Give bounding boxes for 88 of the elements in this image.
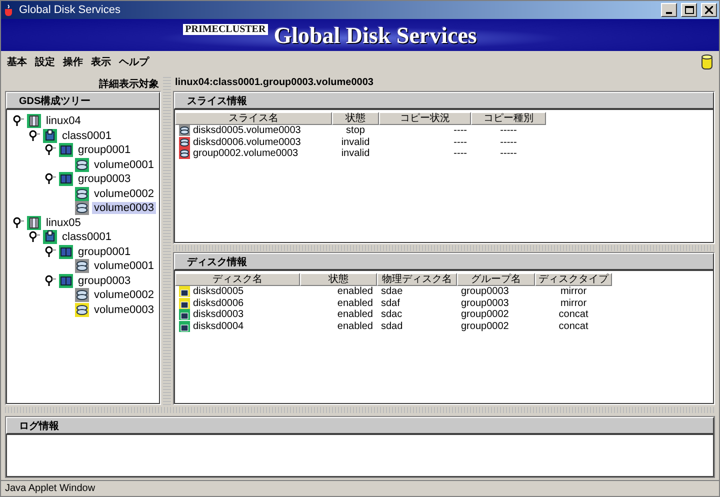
- table-cell: invalid: [341, 148, 370, 160]
- panel-header: スライス情報: [174, 92, 714, 109]
- tree-node[interactable]: linux04: [44, 115, 83, 128]
- table-cell: sdad: [381, 320, 403, 332]
- table-cell: -----: [500, 125, 517, 136]
- tree-node[interactable]: volume0003: [92, 304, 156, 316]
- column-header[interactable]: コピー状況: [379, 112, 471, 125]
- menu-item[interactable]: 操作: [63, 55, 83, 69]
- window-title: Global Disk Services: [19, 4, 122, 16]
- tree-node[interactable]: class0001: [60, 231, 114, 244]
- tree-node[interactable]: class0001: [60, 130, 114, 142]
- detail-label: 詳細表示対象: [98, 77, 160, 91]
- splitter-handle[interactable]: [163, 77, 171, 405]
- table-cell: ----: [454, 125, 467, 136]
- tree-node[interactable]: group0003: [76, 173, 133, 186]
- table-cell: stop: [346, 125, 365, 136]
- table-cell: -----: [500, 148, 517, 160]
- expander-handle[interactable]: [29, 231, 41, 244]
- tree-node[interactable]: group0003: [76, 274, 133, 287]
- column-header[interactable]: ディスクタイプ: [535, 273, 612, 286]
- tree-node[interactable]: group0001: [76, 246, 133, 258]
- table-cell: sdac: [381, 309, 402, 320]
- table-cell: disksd0006: [193, 298, 244, 309]
- tree-node[interactable]: linux05: [44, 216, 83, 229]
- minimize-button[interactable]: [661, 3, 677, 17]
- close-icon: [705, 6, 713, 14]
- expander-handle[interactable]: [45, 144, 57, 156]
- expander-handle[interactable]: [45, 173, 57, 186]
- panel-header: ディスク情報: [174, 253, 714, 270]
- tree-node[interactable]: volume0001: [92, 260, 156, 272]
- brand-logo: PRIMECLUSTER: [183, 24, 268, 35]
- table-cell: group0002: [461, 309, 509, 320]
- expander-handle[interactable]: [13, 216, 25, 229]
- splitter-handle[interactable]: [5, 407, 715, 413]
- path-label: linux04:class0001.group0003.volume0003: [174, 77, 374, 90]
- column-header[interactable]: スライス名: [175, 112, 332, 125]
- table-cell: ----: [454, 148, 467, 160]
- menu-item[interactable]: ヘルプ: [119, 55, 149, 69]
- panel-header: ログ情報: [6, 417, 714, 434]
- tree-node[interactable]: volume0001: [92, 158, 156, 171]
- table-cell: concat: [558, 320, 588, 332]
- table-cell: group0002: [461, 320, 509, 332]
- expander-handle[interactable]: [45, 274, 57, 287]
- table-cell: disksd0003: [193, 309, 244, 320]
- column-header[interactable]: 状態: [332, 112, 379, 125]
- menu-item[interactable]: 設定: [35, 55, 55, 69]
- expander-handle[interactable]: [29, 130, 41, 142]
- menu-item[interactable]: 表示: [91, 55, 111, 69]
- close-button[interactable]: [701, 3, 717, 17]
- table-cell: enabled: [337, 309, 373, 320]
- table-cell: enabled: [337, 286, 373, 298]
- table-cell: group0003: [461, 286, 509, 298]
- cylinder-icon[interactable]: [701, 54, 713, 70]
- table-cell: group0003: [461, 298, 509, 309]
- table-cell: sdaf: [381, 298, 400, 309]
- table-cell: sdae: [381, 286, 403, 298]
- column-header[interactable]: グループ名: [457, 273, 535, 286]
- expander-handle[interactable]: [13, 115, 25, 128]
- expander-handle[interactable]: [45, 246, 57, 258]
- table-cell: group0002.volume0003: [193, 148, 298, 160]
- table-cell: mirror: [560, 286, 587, 298]
- table-cell: enabled: [337, 320, 373, 332]
- maximize-button[interactable]: [681, 3, 697, 17]
- tree-node[interactable]: group0001: [76, 144, 133, 156]
- table-cell: invalid: [341, 136, 370, 148]
- splitter-handle[interactable]: [173, 245, 715, 251]
- table-cell: disksd0006.volume0003: [193, 136, 301, 148]
- column-header[interactable]: コピー種別: [471, 112, 546, 125]
- tree-node[interactable]: volume0002: [92, 289, 156, 302]
- menu-item[interactable]: 基本: [7, 55, 27, 69]
- status-bar: Java Applet Window: [1, 480, 719, 496]
- tree-node[interactable]: volume0002: [92, 188, 156, 200]
- table-cell: disksd0005: [193, 286, 244, 298]
- table-cell: disksd0005.volume0003: [193, 125, 301, 136]
- table-cell: mirror: [560, 298, 587, 309]
- column-header[interactable]: ディスク名: [175, 273, 300, 286]
- table-cell: disksd0004: [193, 320, 244, 332]
- product-logo: Global Disk Services: [274, 23, 477, 49]
- table-cell: enabled: [337, 298, 373, 309]
- table-cell: concat: [558, 309, 588, 320]
- maximize-icon: [684, 6, 694, 14]
- cup-icon: [3, 4, 15, 16]
- table-cell: -----: [500, 136, 517, 148]
- column-header[interactable]: 物理ディスク名: [377, 273, 457, 286]
- panel-header: GDS構成ツリー: [6, 92, 160, 109]
- tree-node[interactable]: volume0003: [92, 202, 156, 214]
- column-header[interactable]: 状態: [300, 273, 377, 286]
- table-cell: ----: [454, 136, 467, 148]
